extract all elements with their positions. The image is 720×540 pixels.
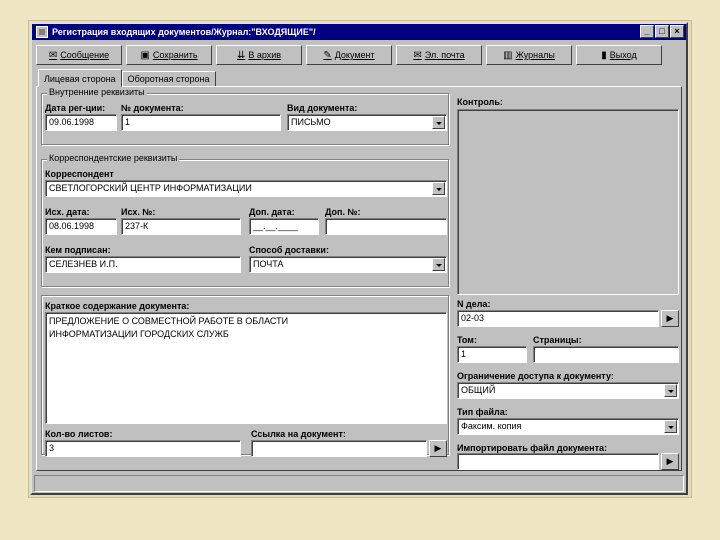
chevron-down-icon[interactable] [432, 116, 445, 129]
close-button[interactable]: × [670, 25, 684, 38]
mail-icon: ✉ [413, 49, 422, 61]
doc-type-value: ПИСЬМО [291, 117, 331, 127]
journals-icon: ▥ [503, 49, 513, 61]
outgoing-number-label: Исх. №: [121, 207, 156, 217]
email-button-label: Эл. почта [424, 50, 465, 60]
doc-link-browse-button[interactable]: ▶ [429, 440, 447, 457]
summary-line-2: ИНФОРМАТИЗАЦИИ ГОРОДСКИХ СЛУЖБ [49, 329, 229, 339]
file-type-select[interactable]: Факсим. копия [457, 418, 679, 435]
status-bar [34, 475, 684, 492]
email-button[interactable]: ✉ Эл. почта [396, 45, 482, 65]
floppy-disk-icon: ▣ [140, 49, 150, 61]
door-icon: ▮ [601, 49, 607, 61]
signed-by-label: Кем подписан: [45, 245, 111, 255]
additional-date-label: Доп. дата: [249, 207, 295, 217]
minimize-button[interactable]: _ [640, 25, 654, 38]
delivery-method-value: ПОЧТА [253, 259, 284, 269]
envelope-icon: ✉ [48, 49, 58, 61]
file-type-value: Факсим. копия [461, 421, 522, 431]
internal-requisites-title: Внутренние реквизиты [47, 87, 147, 97]
file-type-label: Тип файла: [457, 407, 508, 417]
correspondent-requisites-title: Корреспондентские реквизиты [47, 153, 180, 163]
outgoing-date-field[interactable]: 08.06.1998 [45, 218, 117, 235]
sheets-count-field[interactable]: 3 [45, 440, 241, 457]
form-panel: Внутренние реквизиты Дата рег-ции: № док… [36, 86, 682, 471]
sheets-count-label: Кол-во листов: [45, 429, 113, 439]
browse-icon: ▶ [434, 443, 442, 453]
control-box[interactable] [457, 109, 679, 295]
reg-date-field[interactable]: 09.06.1998 [45, 114, 117, 131]
journals-button[interactable]: ▥ Журналы [486, 45, 572, 65]
access-restriction-label: Ограничение доступа к документу: [457, 371, 614, 381]
doc-number-label: № документа: [121, 103, 184, 113]
correspondent-label: Корреспондент [45, 169, 114, 179]
case-number-label: N дела: [457, 299, 491, 309]
delivery-method-select[interactable]: ПОЧТА [249, 256, 447, 273]
browse-icon: ▶ [666, 456, 674, 466]
correspondent-value: СВЕТЛОГОРСКИЙ ЦЕНТР ИНФОРМАТИЗАЦИИ [49, 183, 252, 193]
registration-window: Регистрация входящих документов/Журнал:"… [30, 22, 688, 495]
import-file-field[interactable] [457, 453, 659, 470]
reg-date-label: Дата рег-ции: [45, 103, 106, 113]
additional-number-field[interactable] [325, 218, 447, 235]
summary-label: Краткое содержание документа: [45, 301, 190, 311]
app-icon [36, 26, 48, 38]
message-button[interactable]: ✉ Сообщение [36, 45, 122, 65]
exit-button-label: Выход [609, 50, 637, 60]
access-restriction-select[interactable]: ОБЩИЙ [457, 382, 679, 399]
outgoing-number-field[interactable]: 237-К [121, 218, 241, 235]
chevron-down-icon[interactable] [664, 384, 677, 397]
signed-by-field[interactable]: СЕЛЕЗНЕВ И.П. [45, 256, 241, 273]
message-button-label: Сообщение [60, 50, 110, 60]
title-bar: Регистрация входящих документов/Журнал:"… [32, 24, 686, 40]
exit-button[interactable]: ▮ Выход [576, 45, 662, 65]
access-restriction-value: ОБЩИЙ [461, 385, 496, 395]
doc-type-select[interactable]: ПИСЬМО [287, 114, 447, 131]
volume-label: Том: [457, 335, 477, 345]
document-button-label: Документ [334, 50, 375, 60]
import-file-label: Импортировать файл документа: [457, 443, 607, 453]
delivery-method-label: Способ доставки: [249, 245, 329, 255]
volume-field[interactable]: 1 [457, 346, 527, 363]
archive-button[interactable]: ⇊ В архив [216, 45, 302, 65]
pages-label: Страницы: [533, 335, 582, 345]
doc-type-label: Вид документа: [287, 103, 358, 113]
case-number-field[interactable]: 02-03 [457, 310, 659, 327]
doc-link-label: Ссылка на документ: [251, 429, 346, 439]
save-button[interactable]: ▣ Сохранить [126, 45, 212, 65]
tab-back-side[interactable]: Оборотная сторона [121, 71, 216, 87]
outgoing-date-label: Исх. дата: [45, 207, 90, 217]
archive-icon: ⇊ [236, 49, 246, 61]
tab-strip: Лицевая сторона Оборотная сторона [38, 69, 216, 87]
browse-icon: ▶ [666, 313, 674, 323]
toolbar: ✉ Сообщение ▣ Сохранить ⇊ В архив ✎ Доку… [36, 45, 682, 67]
journals-button-label: Журналы [515, 50, 555, 60]
save-button-label: Сохранить [152, 50, 198, 60]
doc-link-field[interactable] [251, 440, 427, 457]
doc-number-field[interactable]: 1 [121, 114, 281, 131]
chevron-down-icon[interactable] [432, 182, 445, 195]
import-file-browse-button[interactable]: ▶ [661, 453, 679, 470]
window-title: Регистрация входящих документов/Журнал:"… [52, 27, 316, 37]
case-number-browse-button[interactable]: ▶ [661, 310, 679, 327]
document-button[interactable]: ✎ Документ [306, 45, 392, 65]
pages-field[interactable] [533, 346, 679, 363]
chevron-down-icon[interactable] [432, 258, 445, 271]
additional-date-field[interactable]: __.__.____ [249, 218, 319, 235]
document-edit-icon: ✎ [323, 49, 332, 61]
summary-textarea[interactable]: ПРЕДЛОЖЕНИЕ О СОВМЕСТНОЙ РАБОТЕ В ОБЛАСТ… [45, 312, 447, 424]
summary-line-1: ПРЕДЛОЖЕНИЕ О СОВМЕСТНОЙ РАБОТЕ В ОБЛАСТ… [49, 316, 289, 326]
correspondent-select[interactable]: СВЕТЛОГОРСКИЙ ЦЕНТР ИНФОРМАТИЗАЦИИ [45, 180, 447, 197]
archive-button-label: В архив [248, 50, 282, 60]
chevron-down-icon[interactable] [664, 420, 677, 433]
control-label: Контроль: [457, 97, 503, 107]
additional-number-label: Доп. №: [325, 207, 361, 217]
tab-front-side[interactable]: Лицевая сторона [38, 69, 122, 87]
maximize-button[interactable]: □ [655, 25, 669, 38]
